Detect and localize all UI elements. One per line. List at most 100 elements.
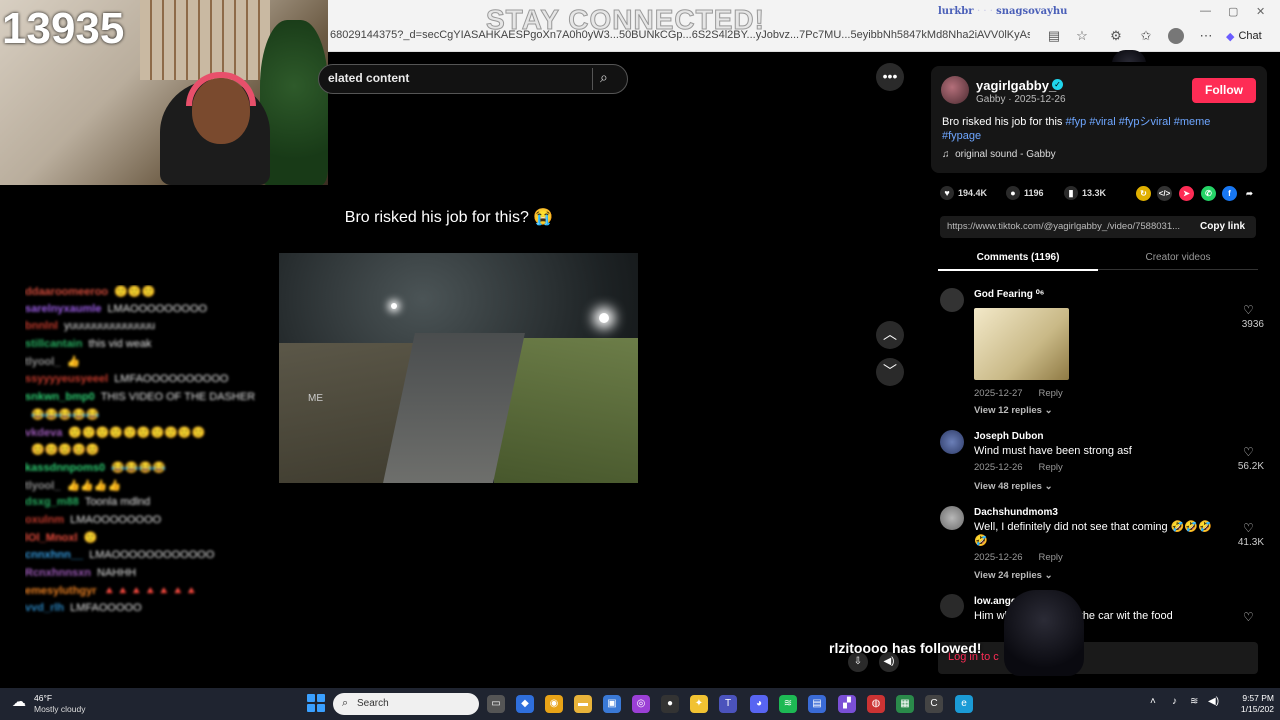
chat-username[interactable]: ddaaroomeeroo bbox=[25, 286, 108, 298]
share-link-text[interactable]: https://www.tiktok.com/@yagirlgabby_/vid… bbox=[947, 221, 1191, 232]
chat-username[interactable]: cnnxhnn__ bbox=[25, 549, 83, 561]
chat-username[interactable]: dsxg_m88 bbox=[25, 496, 79, 508]
weather-icon[interactable]: ☁ bbox=[12, 693, 26, 710]
app-icon[interactable]: C bbox=[925, 695, 943, 713]
view-replies-button[interactable]: View 12 replies ⌄ bbox=[974, 405, 1053, 416]
app-icon[interactable]: ▤ bbox=[808, 695, 826, 713]
reply-button[interactable]: Reply bbox=[1038, 462, 1062, 473]
weather-temp[interactable]: 46°F bbox=[34, 693, 52, 703]
follow-button[interactable]: Follow bbox=[1192, 78, 1256, 103]
chat-username[interactable]: snkwn_bmp0 bbox=[25, 391, 95, 403]
search-icon[interactable]: ⌕ bbox=[600, 69, 618, 87]
hashtag[interactable]: #fyp bbox=[1066, 116, 1087, 128]
chrome-icon[interactable]: ◉ bbox=[545, 695, 563, 713]
view-replies-button[interactable]: View 48 replies ⌄ bbox=[974, 481, 1053, 492]
copilot-chat-button[interactable]: ◆ Chat bbox=[1226, 26, 1272, 46]
microphone-icon[interactable]: ♪ bbox=[1172, 696, 1177, 707]
commenter-avatar[interactable] bbox=[940, 506, 964, 530]
obs-icon[interactable]: ● bbox=[661, 695, 679, 713]
maximize-icon[interactable]: ▢ bbox=[1228, 5, 1238, 18]
chat-username[interactable]: vvd_rlh bbox=[25, 602, 64, 614]
comment-username[interactable]: God Fearing ⁰⁶ bbox=[974, 289, 1044, 300]
send-icon[interactable]: ➤ bbox=[1179, 186, 1194, 201]
chat-username[interactable]: Rcnxhnnsxn bbox=[25, 567, 91, 579]
wifi-icon[interactable]: ≋ bbox=[1190, 696, 1198, 707]
app-icon[interactable]: ✦ bbox=[690, 695, 708, 713]
edge-icon[interactable]: e bbox=[955, 695, 973, 713]
tab-creator-videos[interactable]: Creator videos bbox=[1098, 252, 1258, 263]
comment-username[interactable]: Dachshundmom3 bbox=[974, 507, 1058, 518]
chat-username[interactable]: tlyool_ bbox=[25, 356, 60, 368]
facebook-icon[interactable]: f bbox=[1222, 186, 1237, 201]
more-menu-icon[interactable]: ⋯ bbox=[1198, 28, 1214, 44]
copilot-icon[interactable]: ◆ bbox=[516, 695, 534, 713]
chat-username[interactable]: stillcantain bbox=[25, 338, 82, 350]
comment-like-icon[interactable]: ♡ bbox=[1243, 303, 1254, 317]
view-replies-button[interactable]: View 24 replies ⌄ bbox=[974, 570, 1053, 581]
hashtag[interactable]: #viral bbox=[1089, 116, 1115, 128]
clock-date[interactable]: 1/15/202 bbox=[1230, 704, 1274, 714]
discord-icon[interactable]: ◕ bbox=[750, 695, 768, 713]
hashtag[interactable]: #fypage bbox=[942, 130, 981, 142]
commenter-avatar[interactable] bbox=[940, 288, 964, 312]
file-explorer-icon[interactable]: ▬ bbox=[574, 695, 592, 713]
profile-avatar[interactable] bbox=[1168, 28, 1184, 44]
commenter-avatar[interactable] bbox=[940, 430, 964, 454]
app-icon[interactable]: ◎ bbox=[632, 695, 650, 713]
start-button[interactable] bbox=[307, 694, 325, 712]
app-icon[interactable]: ◍ bbox=[867, 695, 885, 713]
whatsapp-icon[interactable]: ✆ bbox=[1201, 186, 1216, 201]
previous-video-button[interactable]: ︿ bbox=[876, 321, 904, 349]
reader-icon[interactable]: ▤ bbox=[1046, 28, 1062, 44]
tab-comments[interactable]: Comments (1196) bbox=[938, 252, 1098, 263]
speaker-icon[interactable]: ◀) bbox=[1208, 696, 1219, 707]
spotify-icon[interactable]: ≋ bbox=[779, 695, 797, 713]
comment-like-icon[interactable]: ♡ bbox=[1243, 610, 1254, 624]
comment-like-icon[interactable]: ♡ bbox=[1243, 445, 1254, 459]
chat-username[interactable]: lOl_Mnoxl bbox=[25, 532, 78, 544]
clock-time[interactable]: 9:57 PM bbox=[1232, 693, 1274, 703]
minimize-icon[interactable]: — bbox=[1200, 5, 1211, 17]
store-icon[interactable]: ▣ bbox=[603, 695, 621, 713]
collections-icon[interactable]: ✩ bbox=[1138, 28, 1154, 44]
chat-username[interactable]: sarelnyxaumle bbox=[25, 303, 101, 315]
chat-username[interactable]: emesyluthgyr bbox=[25, 585, 97, 597]
comment-gif-image[interactable] bbox=[974, 308, 1069, 380]
more-options-button[interactable]: ••• bbox=[876, 63, 904, 91]
comment-like-icon[interactable]: ♡ bbox=[1243, 521, 1254, 535]
copy-link-button[interactable]: Copy link bbox=[1200, 221, 1245, 232]
chat-username[interactable]: ssyyyyeusyeeel bbox=[25, 373, 108, 385]
teams-icon[interactable]: T bbox=[719, 695, 737, 713]
taskbar-search[interactable] bbox=[333, 693, 479, 715]
like-stat[interactable]: ♥ 194.4K bbox=[940, 186, 987, 200]
tray-chevron-icon[interactable]: ˄ bbox=[1150, 696, 1156, 707]
save-stat[interactable]: ▮ 13.3K bbox=[1064, 186, 1106, 200]
chat-username[interactable]: tlyool_ bbox=[25, 480, 60, 492]
repost-icon[interactable]: ↻ bbox=[1136, 186, 1151, 201]
chat-username[interactable]: vkdeva bbox=[25, 427, 62, 439]
twitch-icon[interactable]: ▞ bbox=[838, 695, 856, 713]
author-avatar[interactable] bbox=[941, 76, 969, 104]
sound-row[interactable]: ♫ original sound - Gabby bbox=[942, 149, 1056, 160]
author-handle[interactable]: yagirlgabby_ bbox=[976, 78, 1056, 93]
next-video-button[interactable]: ﹀ bbox=[876, 358, 904, 386]
weather-desc[interactable]: Mostly cloudy bbox=[34, 704, 86, 714]
commenter-avatar[interactable] bbox=[940, 594, 964, 618]
app-icon[interactable]: ▦ bbox=[896, 695, 914, 713]
share-arrow-icon[interactable]: ➦ bbox=[1242, 186, 1257, 201]
embed-icon[interactable]: </> bbox=[1157, 186, 1172, 201]
chat-username[interactable]: oxulnm bbox=[25, 514, 64, 526]
comment-stat[interactable]: ● 1196 bbox=[1006, 186, 1044, 200]
reply-button[interactable]: Reply bbox=[1038, 552, 1062, 563]
hashtag[interactable]: #fypシviral bbox=[1119, 116, 1171, 128]
favorite-star-icon[interactable]: ☆ bbox=[1074, 28, 1090, 44]
video-player[interactable] bbox=[279, 253, 638, 483]
chat-username[interactable]: kassdnnpoms0 bbox=[25, 462, 105, 474]
task-view-icon[interactable]: ▭ bbox=[487, 695, 505, 713]
reply-button[interactable]: Reply bbox=[1038, 388, 1062, 399]
close-icon[interactable]: ✕ bbox=[1256, 5, 1265, 18]
hashtag[interactable]: #meme bbox=[1174, 116, 1211, 128]
comment-username[interactable]: Joseph Dubon bbox=[974, 431, 1043, 442]
extensions-icon[interactable]: ⚙ bbox=[1108, 28, 1124, 44]
chat-username[interactable]: bnnlnl bbox=[25, 320, 58, 332]
